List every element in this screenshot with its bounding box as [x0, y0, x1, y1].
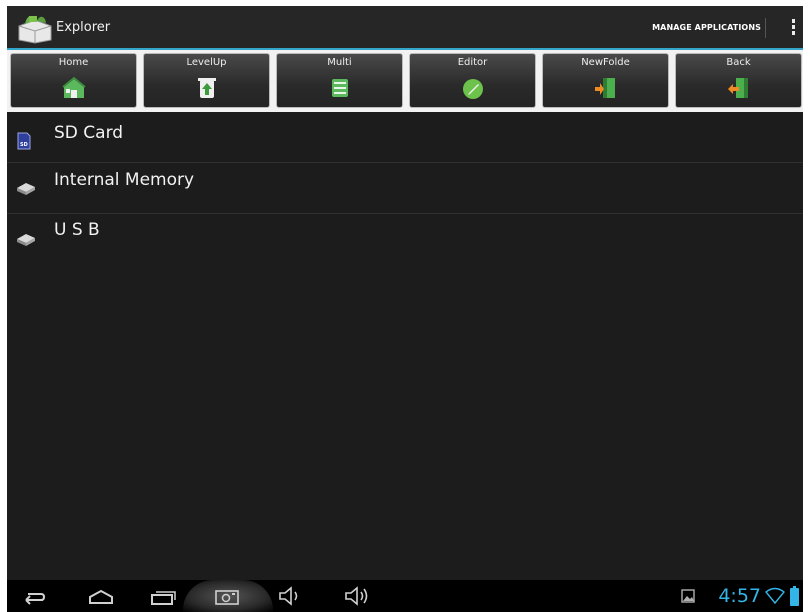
- camera-icon: [215, 590, 239, 605]
- app-title: Explorer: [56, 20, 111, 35]
- back-button[interactable]: Back: [675, 53, 802, 108]
- new-folder-button-label: NewFolde: [581, 57, 630, 68]
- action-bar: Explorer MANAGE APPLICATIONS: [7, 6, 803, 50]
- list-item-sd-card[interactable]: SD SD Card: [7, 112, 803, 163]
- home-button-label: Home: [58, 57, 89, 68]
- home-icon: [61, 76, 86, 98]
- home-button[interactable]: Home: [10, 53, 137, 108]
- screenshot-button[interactable]: [183, 580, 273, 612]
- levelup-button[interactable]: LevelUp: [143, 53, 270, 108]
- list-item-label: Internal Memory: [54, 170, 195, 190]
- multi-button[interactable]: Multi: [276, 53, 403, 108]
- drive-icon: [17, 183, 35, 195]
- action-bar-divider: [765, 18, 766, 38]
- battery-icon: [790, 586, 799, 606]
- svg-text:SD: SD: [20, 142, 28, 148]
- back-icon: [727, 78, 748, 98]
- multi-icon: [331, 79, 348, 97]
- volume-up-icon[interactable]: [342, 585, 372, 607]
- gallery-notification-icon[interactable]: [681, 589, 695, 603]
- editor-button[interactable]: Editor: [409, 53, 536, 108]
- overflow-menu-icon[interactable]: [787, 18, 799, 38]
- clock: 4:57: [718, 585, 761, 607]
- screen: Explorer MANAGE APPLICATIONS Home LevelU…: [7, 6, 803, 612]
- system-bar: 4:57: [7, 580, 803, 612]
- list-item-label: SD Card: [54, 123, 124, 143]
- levelup-button-label: LevelUp: [186, 57, 227, 68]
- editor-button-label: Editor: [457, 57, 488, 68]
- list-item-label: U S B: [54, 220, 100, 240]
- list-item-internal-memory[interactable]: Internal Memory: [7, 163, 803, 214]
- new-folder-button[interactable]: NewFolde: [542, 53, 669, 108]
- recent-apps-icon[interactable]: [148, 585, 178, 607]
- list-item-usb[interactable]: U S B: [7, 214, 803, 264]
- new-folder-icon: [594, 78, 615, 98]
- home-nav-icon[interactable]: [86, 585, 116, 607]
- sd-card-icon: SD: [17, 132, 31, 150]
- editor-icon: [462, 79, 483, 99]
- back-nav-icon[interactable]: [19, 585, 49, 607]
- explorer-app-icon[interactable]: [15, 12, 55, 44]
- back-button-label: Back: [726, 57, 751, 68]
- manage-applications-button[interactable]: MANAGE APPLICATIONS: [652, 23, 761, 32]
- levelup-icon: [197, 78, 216, 98]
- wifi-icon: [765, 587, 785, 605]
- toolbar: Home LevelUp Multi Editor NewFolde Back: [7, 50, 803, 112]
- drive-icon: [17, 234, 35, 246]
- volume-down-icon[interactable]: [276, 585, 306, 607]
- multi-button-label: Multi: [327, 57, 352, 68]
